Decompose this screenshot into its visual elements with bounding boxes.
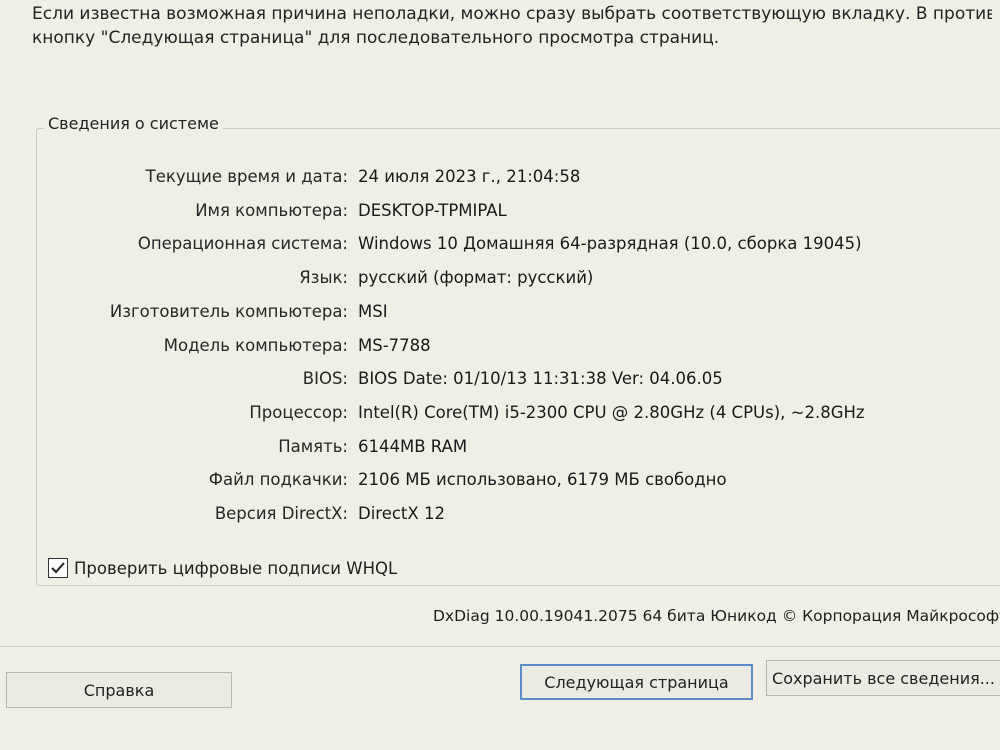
intro-line-2: кнопку "Следующая страница" для последов…: [32, 28, 720, 48]
info-row: BIOS: BIOS Date: 01/10/13 11:31:38 Ver: 0…: [40, 366, 1000, 392]
info-row: Файл подкачки: 2106 МБ использовано, 6179…: [40, 467, 1000, 493]
checkmark-icon: [51, 562, 65, 574]
info-label: Версия DirectX:: [214, 504, 348, 523]
next-page-button[interactable]: Следующая страница: [520, 664, 753, 700]
whql-checkbox-row[interactable]: Проверить цифровые подписи WHQL: [48, 556, 397, 580]
info-label: Файл подкачки:: [208, 470, 348, 490]
info-label: Операционная система:: [137, 234, 348, 254]
info-row: Версия DirectX: DirectX 12: [40, 501, 1000, 527]
intro-text: Если известна возможная причина неполадк…: [32, 2, 992, 50]
info-label: Память:: [278, 436, 348, 456]
info-label: Язык:: [299, 268, 348, 288]
info-row: Процессор: Intel(R) Core(TM) i5-2300 CPU …: [40, 400, 1000, 426]
info-value: DESKTOP-TPMIPAL: [358, 200, 507, 220]
info-value: BIOS Date: 01/10/13 11:31:38 Ver: 04.06.…: [358, 369, 723, 389]
info-value: 6144MB RAM: [358, 436, 468, 456]
save-all-info-button[interactable]: Сохранить все сведения...: [766, 660, 1000, 696]
info-value: 2106 МБ использовано, 6179 МБ свободно: [358, 470, 727, 490]
info-value: Windows 10 Домашняя 64-разрядная (10.0, …: [358, 234, 862, 254]
info-label: Процессор:: [249, 402, 348, 422]
info-row: Текущие время и дата: 24 июля 2023 г., 21…: [40, 164, 1000, 190]
info-value: русский (формат: русский): [358, 268, 594, 288]
system-info-title: Сведения о системе: [44, 114, 223, 133]
info-row: Модель компьютера: MS-7788: [40, 333, 1000, 359]
info-value: MSI: [358, 301, 388, 321]
info-row: Имя компьютера: DESKTOP-TPMIPAL: [40, 198, 1000, 224]
intro-line-1: Если известна возможная причина неполадк…: [32, 4, 992, 24]
info-label: BIOS:: [302, 369, 348, 389]
info-row: Изготовитель компьютера: MSI: [40, 299, 1000, 325]
info-row: Язык: русский (формат: русский): [40, 265, 1000, 291]
info-row: Память: 6144MB RAM: [40, 434, 1000, 460]
version-info: DxDiag 10.00.19041.2075 64 бита Юникод ©…: [433, 607, 1000, 625]
info-label: Текущие время и дата:: [145, 167, 348, 186]
whql-checkbox-label: Проверить цифровые подписи WHQL: [74, 558, 398, 578]
help-button[interactable]: Справка: [6, 672, 232, 708]
info-label: Изготовитель компьютера:: [109, 301, 348, 321]
info-value: DirectX 12: [358, 504, 445, 523]
separator: [0, 646, 1000, 647]
info-value: 24 июля 2023 г., 21:04:58: [358, 167, 581, 186]
info-label: Модель компьютера:: [163, 335, 348, 355]
info-label: Имя компьютера:: [195, 200, 348, 220]
info-value: MS-7788: [358, 335, 431, 355]
whql-checkbox[interactable]: [48, 558, 68, 578]
info-value: Intel(R) Core(TM) i5-2300 CPU @ 2.80GHz …: [358, 402, 865, 422]
info-row: Операционная система: Windows 10 Домашняя…: [40, 231, 1000, 257]
